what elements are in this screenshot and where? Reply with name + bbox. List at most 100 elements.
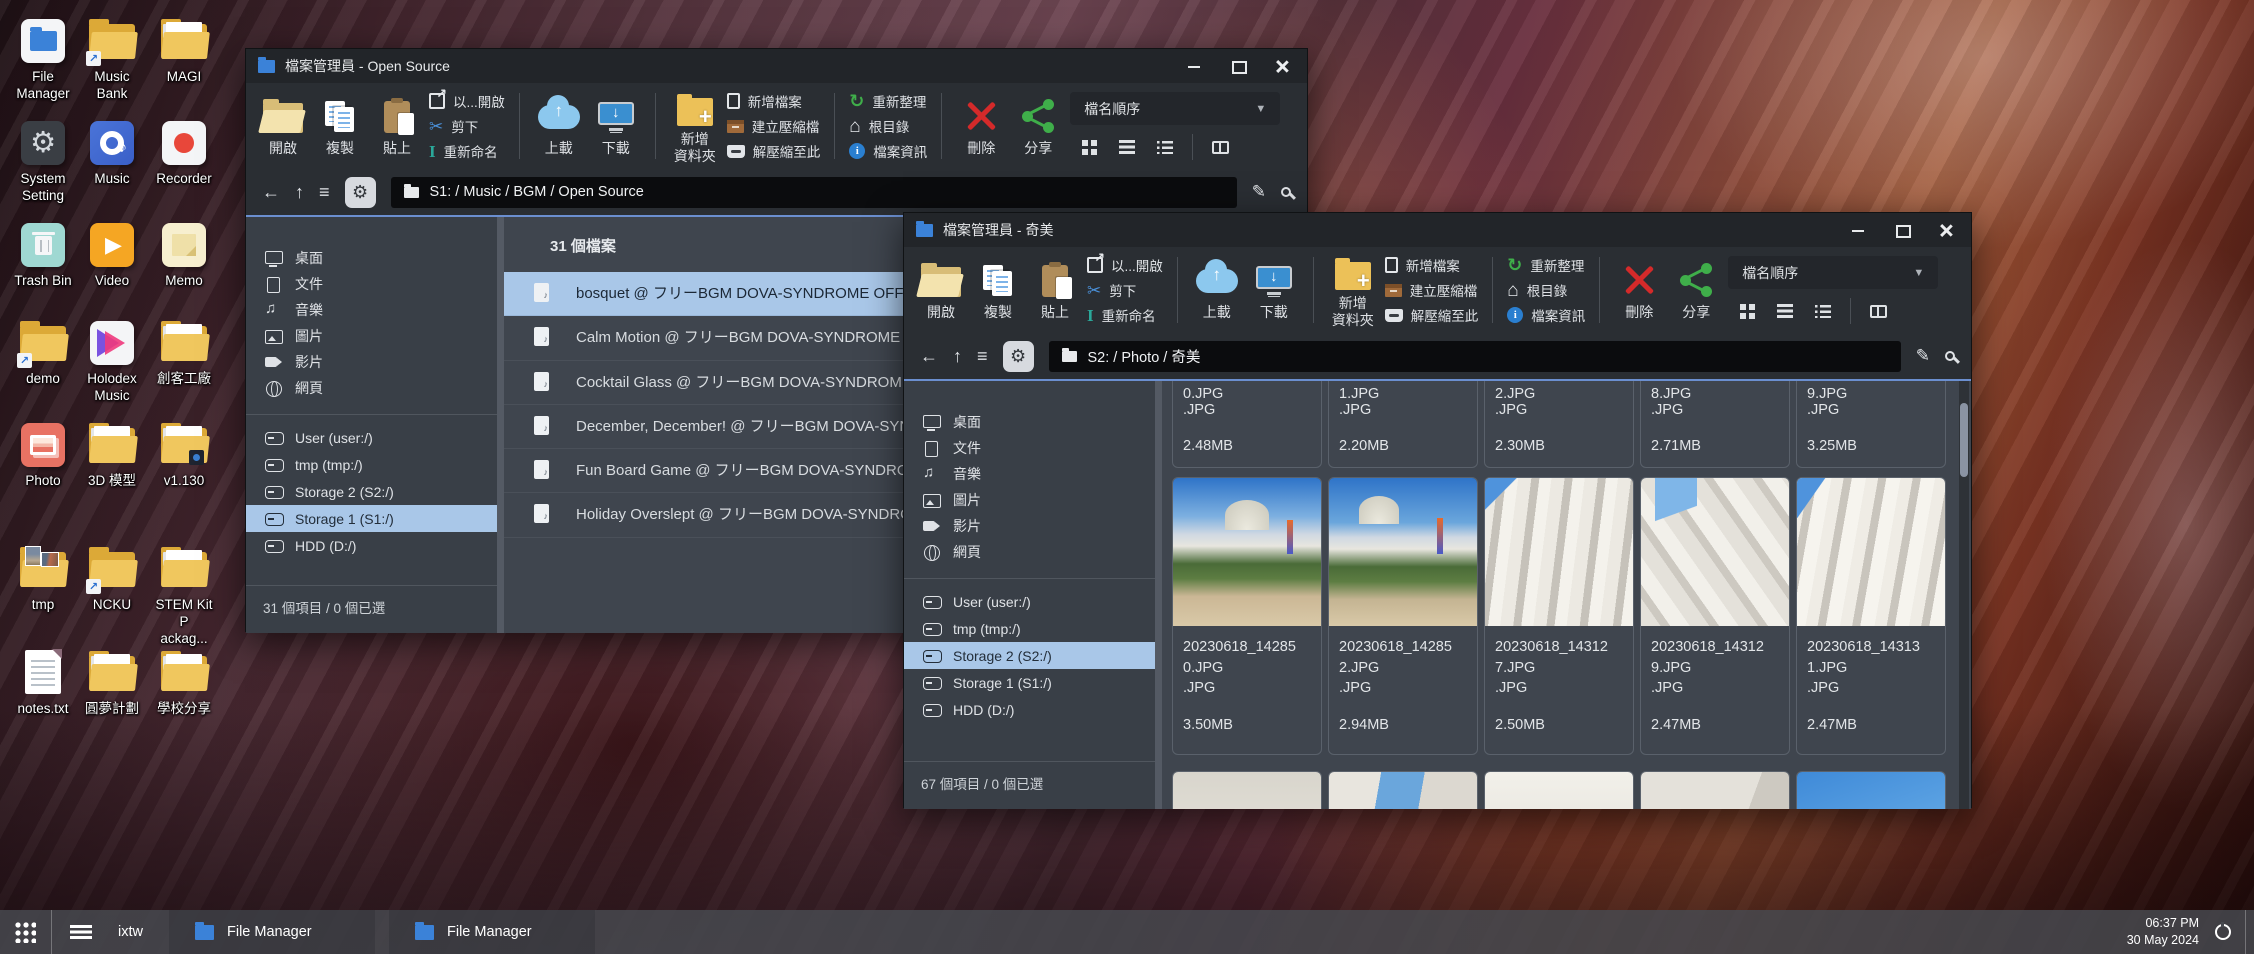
taskbar-app-file-manager-1[interactable]: File Manager: [169, 910, 375, 954]
download-button[interactable]: 下載: [591, 95, 641, 158]
sort-order-dropdown[interactable]: 檔名順序▼: [1728, 256, 1938, 289]
desktop-icon-school-share[interactable]: 學校分享: [152, 650, 216, 718]
clock[interactable]: 06:37 PM30 May 2024: [2127, 915, 2199, 949]
file-info-button[interactable]: i檔案資訊: [1507, 305, 1585, 326]
settings-button[interactable]: ⚙: [1003, 341, 1034, 372]
view-list-button[interactable]: [1766, 304, 1804, 318]
photo-cell[interactable]: 20230618_143127.JPG.JPG 2.50MB: [1484, 477, 1634, 755]
desktop-icon-stem-kit[interactable]: STEM Kit P ackag...: [152, 546, 216, 648]
extract-here-button[interactable]: 解壓縮至此: [1385, 305, 1479, 326]
desktop-icon-holodex-music[interactable]: Holodex Music: [80, 320, 144, 405]
view-detail-button[interactable]: [1804, 305, 1842, 318]
sidebar-drive-tmp[interactable]: tmp (tmp:/): [904, 615, 1155, 642]
photo-cell-partial[interactable]: [1640, 771, 1790, 809]
sidebar-drive-tmp[interactable]: tmp (tmp:/): [246, 451, 497, 478]
back-button[interactable]: ←: [920, 347, 938, 365]
upload-button[interactable]: 上載: [534, 95, 584, 158]
cut-button[interactable]: ✂剪下: [1087, 280, 1163, 301]
edit-path-button[interactable]: ✎: [1916, 346, 1930, 366]
sidebar-item-videos[interactable]: 影片: [246, 349, 497, 375]
titlebar[interactable]: 檔案管理員 - Open Source: [246, 49, 1307, 83]
copy-button[interactable]: 複製: [315, 95, 365, 158]
desktop-icon-demo[interactable]: ↗demo: [11, 320, 75, 388]
desktop-icon-video[interactable]: ▶Video: [80, 222, 144, 290]
open-with-button[interactable]: 以...開啟: [429, 91, 505, 112]
new-file-button[interactable]: 新增檔案: [727, 91, 821, 112]
view-list-button[interactable]: [1108, 140, 1146, 154]
view-columns-button[interactable]: [1201, 141, 1239, 154]
photo-cell-partial[interactable]: 0.JPG.JPG2.48MB: [1172, 381, 1322, 468]
up-button[interactable]: ↑: [953, 347, 962, 365]
back-button[interactable]: ←: [262, 183, 280, 201]
sidebar-drive-user[interactable]: User (user:/): [904, 588, 1155, 615]
sidebar-item-music[interactable]: 音樂: [904, 461, 1155, 487]
refresh-button[interactable]: ↻重新整理: [849, 91, 927, 112]
photo-cell-partial[interactable]: [1796, 771, 1946, 809]
root-button[interactable]: ⌂根目錄: [849, 116, 927, 137]
desktop-icon-tmp[interactable]: tmp: [11, 546, 75, 614]
view-grid-button[interactable]: [1728, 304, 1766, 319]
sidebar-item-music[interactable]: 音樂: [246, 297, 497, 323]
root-button[interactable]: ⌂根目錄: [1507, 280, 1585, 301]
create-archive-button[interactable]: 建立壓縮檔: [1385, 280, 1479, 301]
extract-here-button[interactable]: 解壓縮至此: [727, 141, 821, 162]
sidebar-item-web[interactable]: 網頁: [246, 375, 497, 401]
photo-cell[interactable]: 20230618_142850.JPG.JPG 3.50MB: [1172, 477, 1322, 755]
sidebar-drive-storage2[interactable]: Storage 2 (S2:/): [904, 642, 1155, 669]
view-columns-button[interactable]: [1859, 305, 1897, 318]
photo-cell-partial[interactable]: 8.JPG.JPG2.71MB: [1640, 381, 1790, 468]
taskbar-app-file-manager-2[interactable]: File Manager: [389, 910, 595, 954]
power-icon[interactable]: [2215, 924, 2231, 940]
workspace-label[interactable]: ixtw: [118, 924, 143, 940]
address-field[interactable]: S1: / Music / BGM / Open Source: [391, 177, 1237, 208]
search-button[interactable]: [1945, 351, 1955, 361]
close-button[interactable]: [1275, 59, 1289, 73]
sidebar-drive-hdd[interactable]: HDD (D:/): [904, 696, 1155, 723]
photo-cell[interactable]: 20230618_143129.JPG.JPG 2.47MB: [1640, 477, 1790, 755]
sidebar-item-pictures[interactable]: 圖片: [904, 487, 1155, 513]
view-detail-button[interactable]: [1146, 141, 1184, 154]
taskbar-menu-icon[interactable]: [70, 925, 92, 939]
refresh-button[interactable]: ↻重新整理: [1507, 255, 1585, 276]
photo-cell-partial[interactable]: 2.JPG.JPG2.30MB: [1484, 381, 1634, 468]
download-button[interactable]: 下載: [1249, 259, 1299, 322]
settings-button[interactable]: ⚙: [345, 177, 376, 208]
close-button[interactable]: [1939, 223, 1953, 237]
app-launcher-icon[interactable]: [14, 921, 36, 943]
titlebar[interactable]: 檔案管理員 - 奇美: [904, 213, 1971, 247]
edit-path-button[interactable]: ✎: [1252, 182, 1266, 202]
sidebar-item-documents[interactable]: 文件: [246, 271, 497, 297]
desktop-icon-maker-factory[interactable]: 創客工廠: [152, 320, 216, 388]
open-button[interactable]: 開啟: [258, 95, 308, 158]
share-button[interactable]: 分享: [1013, 95, 1063, 158]
desktop-icon-recorder[interactable]: Recorder: [152, 120, 216, 188]
photo-cell[interactable]: 20230618_142852.JPG.JPG 2.94MB: [1328, 477, 1478, 755]
sidebar-drive-user[interactable]: User (user:/): [246, 424, 497, 451]
search-button[interactable]: [1281, 187, 1291, 197]
create-archive-button[interactable]: 建立壓縮檔: [727, 116, 821, 137]
desktop-icon-dream-plan[interactable]: 圓夢計劃: [80, 650, 144, 718]
minimize-button[interactable]: [1187, 59, 1201, 73]
share-button[interactable]: 分享: [1671, 259, 1721, 322]
sidebar-item-videos[interactable]: 影片: [904, 513, 1155, 539]
delete-button[interactable]: 刪除: [1614, 259, 1664, 322]
vertical-scrollbar[interactable]: [1959, 381, 1969, 809]
desktop-icon-notes-txt[interactable]: notes.txt: [11, 650, 75, 718]
desktop-icon-memo[interactable]: Memo: [152, 222, 216, 290]
desktop-icon-music[interactable]: Music: [80, 120, 144, 188]
sidebar-drive-storage1[interactable]: Storage 1 (S1:/): [904, 669, 1155, 696]
scrollbar-thumb[interactable]: [1960, 403, 1968, 477]
desktop-icon-photo[interactable]: Photo: [11, 422, 75, 490]
maximize-button[interactable]: [1231, 59, 1245, 73]
up-button[interactable]: ↑: [295, 183, 304, 201]
menu-button[interactable]: ≡: [319, 183, 330, 201]
desktop-icon-system-setting[interactable]: ⚙System Setting: [11, 120, 75, 205]
sidebar-item-pictures[interactable]: 圖片: [246, 323, 497, 349]
minimize-button[interactable]: [1851, 223, 1865, 237]
open-with-button[interactable]: 以...開啟: [1087, 255, 1163, 276]
new-folder-button[interactable]: 新增 資料夾: [670, 88, 720, 165]
desktop-icon-trash-bin[interactable]: Trash Bin: [11, 222, 75, 290]
cut-button[interactable]: ✂剪下: [429, 116, 505, 137]
sidebar-drive-hdd[interactable]: HDD (D:/): [246, 532, 497, 559]
paste-button[interactable]: 貼上: [1030, 259, 1080, 322]
